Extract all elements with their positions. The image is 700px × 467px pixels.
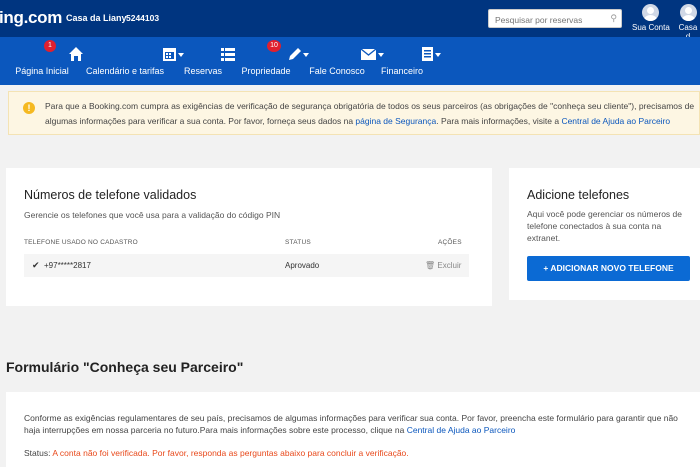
nav-label: Propriedade [241,66,291,76]
security-page-link[interactable]: página de Segurança [355,116,436,126]
nav-item-home[interactable]: 1 Página Inicial [8,37,83,85]
property-account-menu[interactable]: Casa d [676,4,700,41]
verification-alert: ! Para que a Booking.com cumpra as exigê… [8,91,700,135]
avatar-icon [679,4,697,21]
nav-bar: 1 Página Inicial Calendário e tarifas Re… [0,37,700,85]
alert-text: Para que a Booking.com cumpra as exigênc… [45,99,695,129]
phones-subtitle: Gerencie os telefones que você usa para … [24,210,281,220]
notification-badge: 1 [44,40,56,52]
column-header-phone: TELEFONE USADO NO CADASTRO [24,239,138,246]
form-title: Formulário "Conheça seu Parceiro" [6,359,244,375]
search-box[interactable]: ⚲ [488,9,622,29]
trash-icon: 🗑 [425,261,436,270]
phone-number: +97*****2817 [44,261,91,270]
property-id: 5244103 [126,13,160,23]
form-help-center-link[interactable]: Central de Ajuda ao Parceiro [407,425,516,435]
column-header-actions: AÇÕES [438,239,462,246]
nav-label: Fale Conosco [309,66,365,76]
warning-icon: ! [23,102,35,114]
check-icon: ✔ [32,260,40,270]
form-description: Conforme as exigências regulamentares de… [24,412,694,436]
nav-label: Calendário e tarifas [85,66,165,76]
property-name: Casa da Liany [66,13,127,23]
search-icon[interactable]: ⚲ [610,13,617,24]
booking-logo[interactable]: ing.com [0,8,62,28]
kyp-form-card: Conforme as exigências regulamentares de… [6,392,700,467]
nav-item-reservations[interactable]: Reservas [178,37,235,85]
status-value: A conta não foi verificada. Por favor, r… [52,448,409,458]
delete-label: Excluir [437,261,462,270]
document-icon [422,47,441,61]
top-bar: ing.com Casa da Liany 5244103 ⚲ Sua Cont… [0,0,700,41]
nav-label: Página Inicial [15,66,69,76]
column-header-status: STATUS [285,239,311,246]
notification-badge: 10 [267,40,281,52]
nav-item-finance[interactable]: Financeiro [376,37,441,85]
nav-item-property[interactable]: 10 Propriedade [236,37,309,85]
phones-title: Números de telefone validados [24,188,197,202]
avatar-icon [642,4,660,21]
alert-text-part: . Para mais informações, visite a [436,116,562,126]
nav-label: Financeiro [380,66,424,76]
nav-label: Reservas [183,66,222,76]
account-label: Sua Conta [632,23,670,32]
nav-item-calendar[interactable]: Calendário e tarifas [80,37,184,85]
form-status: Status: A conta não foi verificada. Por … [24,448,409,458]
status-label: Status: [24,448,51,458]
delete-button[interactable]: 🗑 Excluir [425,261,461,270]
add-phones-description: Aqui você pode gerenciar os números de t… [527,209,682,243]
phone-status: Aprovado [285,261,320,270]
form-text: Conforme as exigências regulamentares de… [24,413,678,435]
table-row: ✔ +97*****2817 Aprovado 🗑 Excluir [24,254,469,277]
account-menu[interactable]: Sua Conta [632,4,670,32]
add-phones-title: Adicione telefones [527,188,630,202]
nav-item-contact[interactable]: Fale Conosco [304,37,384,85]
help-center-link[interactable]: Central de Ajuda ao Parceiro [561,116,670,126]
add-phone-button[interactable]: + ADICIONAR NOVO TELEFONE [527,256,690,281]
search-input[interactable] [489,11,599,29]
